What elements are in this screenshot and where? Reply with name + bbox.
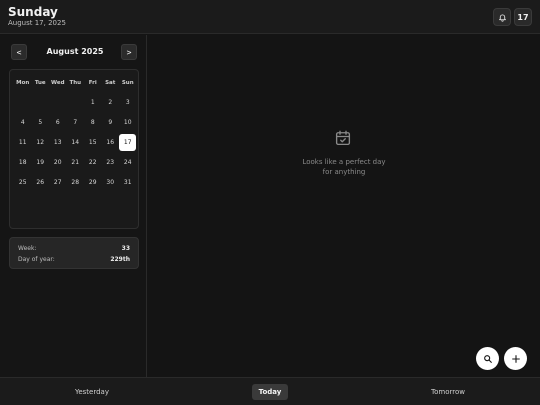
previous-month-button[interactable]: < bbox=[11, 44, 27, 60]
day-of-year-label: Day of year: bbox=[18, 256, 55, 263]
calendar-day[interactable]: 13 bbox=[49, 134, 66, 151]
tab-yesterday[interactable]: Yesterday bbox=[62, 384, 122, 400]
search-button[interactable] bbox=[476, 347, 499, 370]
calendar-day-selected[interactable]: 17 bbox=[119, 134, 137, 151]
tab-today[interactable]: Today bbox=[252, 384, 288, 400]
tab-tomorrow[interactable]: Tomorrow bbox=[418, 384, 478, 400]
calendar-day[interactable]: 30 bbox=[102, 174, 119, 191]
date-stats: Week: 33 Day of year: 229th bbox=[9, 237, 139, 269]
day-of-year-value: 229th bbox=[110, 256, 130, 263]
weekday-header: Tue bbox=[34, 80, 46, 86]
calendar-check-icon bbox=[335, 130, 351, 146]
empty-state-message: Looks like a perfect day for anything bbox=[248, 157, 440, 177]
calendar-day[interactable]: 2 bbox=[102, 94, 119, 111]
calendar-day[interactable]: 12 bbox=[32, 134, 49, 151]
calendar-day[interactable]: 3 bbox=[119, 94, 136, 111]
notifications-button[interactable] bbox=[493, 8, 511, 26]
weekday-header: Fri bbox=[88, 80, 97, 86]
calendar-grid: Mon Tue Wed Thu Fri Sat Sun 1 2 3 4 5 6 7 8 9 10 11 12 13 14… bbox=[9, 69, 139, 229]
calendar-day[interactable]: 18 bbox=[14, 154, 31, 171]
weekday-header: Wed bbox=[50, 80, 65, 86]
page-title: Sunday bbox=[8, 5, 58, 19]
search-icon bbox=[483, 354, 492, 363]
week-label: Week: bbox=[18, 245, 37, 252]
calendar-day[interactable]: 20 bbox=[49, 154, 66, 171]
calendar-day[interactable]: 6 bbox=[49, 114, 66, 131]
month-label: August 2025 bbox=[46, 47, 104, 56]
empty-state-line-1: Looks like a perfect day bbox=[302, 158, 386, 166]
app-header: Sunday August 17, 2025 17 bbox=[0, 0, 540, 34]
calendar-day[interactable]: 22 bbox=[84, 154, 101, 171]
calendar-day[interactable]: 27 bbox=[49, 174, 66, 191]
calendar-day[interactable]: 1 bbox=[84, 94, 101, 111]
calendar-day[interactable]: 21 bbox=[67, 154, 84, 171]
calendar-day[interactable]: 7 bbox=[67, 114, 84, 131]
calendar-day[interactable]: 10 bbox=[119, 114, 136, 131]
calendar-day[interactable]: 14 bbox=[67, 134, 84, 151]
empty-state-line-2: for anything bbox=[322, 168, 366, 176]
weekday-header: Sun bbox=[121, 80, 134, 86]
calendar-day[interactable]: 5 bbox=[32, 114, 49, 131]
weekday-header: Thu bbox=[69, 80, 82, 86]
main-content: Looks like a perfect day for anything bbox=[148, 35, 540, 377]
bell-icon bbox=[498, 13, 506, 22]
calendar-day[interactable]: 28 bbox=[67, 174, 84, 191]
calendar-day[interactable]: 9 bbox=[102, 114, 119, 131]
calendar-day[interactable]: 8 bbox=[84, 114, 101, 131]
calendar-day[interactable]: 4 bbox=[14, 114, 31, 131]
calendar-day[interactable]: 15 bbox=[84, 134, 101, 151]
bottom-nav: Yesterday Today Tomorrow bbox=[0, 377, 540, 405]
week-value: 33 bbox=[121, 245, 130, 252]
calendar-day[interactable]: 25 bbox=[14, 174, 31, 191]
go-to-today-button[interactable]: 17 bbox=[514, 8, 532, 26]
current-date: August 17, 2025 bbox=[8, 19, 66, 27]
calendar-day[interactable]: 29 bbox=[84, 174, 101, 191]
calendar-day[interactable]: 26 bbox=[32, 174, 49, 191]
weekday-header: Mon bbox=[16, 80, 30, 86]
calendar-day[interactable]: 19 bbox=[32, 154, 49, 171]
calendar-day[interactable]: 16 bbox=[102, 134, 119, 151]
calendar-day[interactable]: 31 bbox=[119, 174, 136, 191]
weekday-header: Sat bbox=[105, 80, 116, 86]
calendar-day[interactable]: 24 bbox=[119, 154, 136, 171]
calendar-day[interactable]: 23 bbox=[102, 154, 119, 171]
add-event-button[interactable] bbox=[504, 347, 527, 370]
sidebar: < August 2025 > Mon Tue Wed Thu Fri Sat Sun 1 2 3… bbox=[0, 35, 147, 377]
plus-icon bbox=[511, 354, 520, 363]
next-month-button[interactable]: > bbox=[121, 44, 137, 60]
calendar-day[interactable]: 11 bbox=[14, 134, 31, 151]
